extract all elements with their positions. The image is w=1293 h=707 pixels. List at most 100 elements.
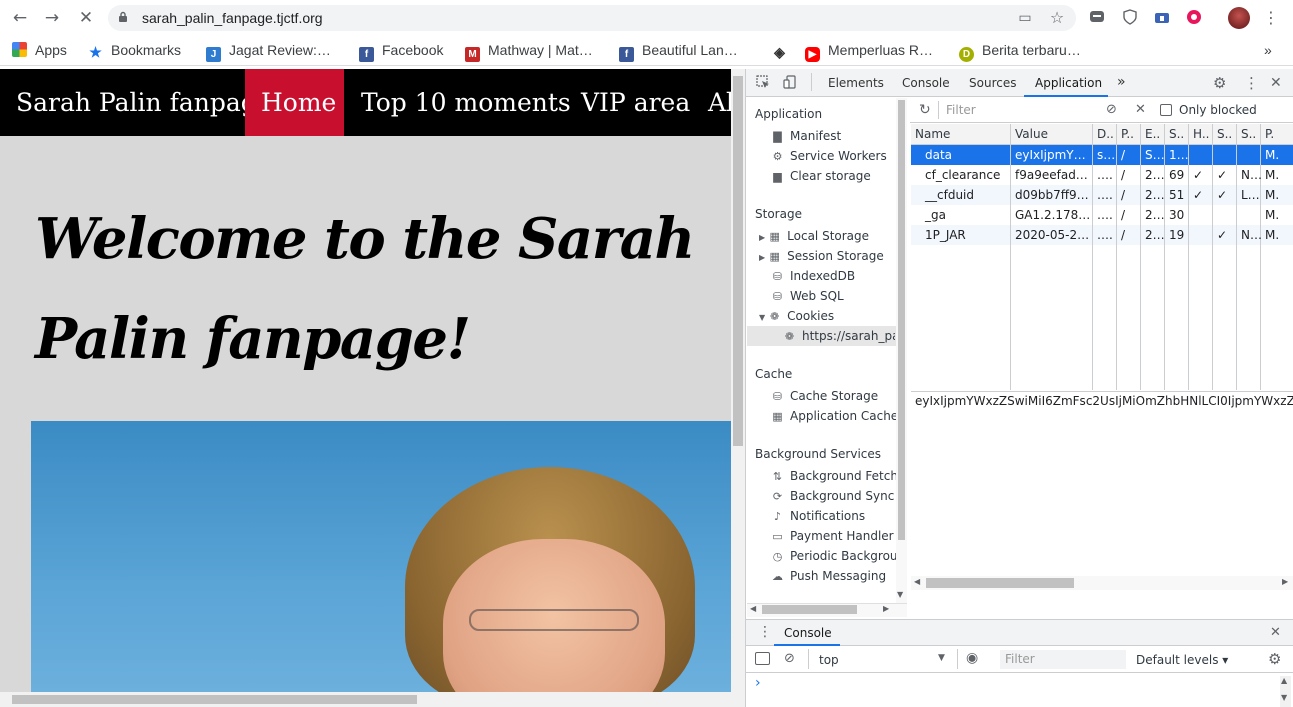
nav-top-10-moments[interactable]: Top 10 moments	[345, 69, 587, 136]
tab-application[interactable]: Application	[1035, 76, 1102, 90]
expand-arrow-icon[interactable]: ▶	[759, 253, 765, 262]
nav-about[interactable]: Ab	[692, 69, 731, 136]
column-header[interactable]: Value	[1011, 127, 1093, 141]
bookmark-diamond[interactable]: ◈	[772, 42, 795, 60]
sidebar-item-service-workers[interactable]: ⚙ Service Workers	[771, 149, 887, 163]
tab-sources[interactable]: Sources	[969, 76, 1016, 90]
extension-eye-icon[interactable]	[1185, 9, 1203, 27]
cookie-value-preview[interactable]: eyIxIjpmYWxzZSwiMiI6ZmFsc2UsIjMiOmZhbHNl…	[915, 394, 1293, 408]
sidebar-item-cookies[interactable]: ▼ ❁ Cookies	[759, 309, 834, 323]
live-expression-eye-icon[interactable]: ◉	[966, 650, 978, 666]
extension-shield-icon[interactable]	[1121, 9, 1139, 27]
cast-icon[interactable]: ▭	[1016, 9, 1034, 27]
context-selector[interactable]: top	[819, 653, 839, 667]
column-divider[interactable]	[1092, 124, 1093, 390]
bookmark-mathway[interactable]: M Mathway | Mat…	[465, 42, 593, 62]
column-header[interactable]: S..	[1237, 127, 1261, 141]
column-divider[interactable]	[1164, 124, 1165, 390]
sidebar-item-periodic-background-sync[interactable]: ◷ Periodic Backgroun	[771, 549, 896, 563]
column-divider[interactable]	[1010, 124, 1011, 390]
tab-elements[interactable]: Elements	[828, 76, 884, 90]
page-horizontal-scroll-thumb[interactable]	[12, 695, 417, 704]
column-header[interactable]: P.	[1261, 127, 1293, 141]
only-blocked-checkbox[interactable]	[1160, 104, 1172, 116]
nav-home[interactable]: Home	[245, 69, 344, 136]
bookmark-jagat-review[interactable]: J Jagat Review:…	[206, 42, 331, 62]
close-drawer-icon[interactable]: ✕	[1270, 625, 1281, 640]
avatar[interactable]	[1228, 7, 1250, 29]
drawer-tab-console[interactable]: Console	[784, 626, 832, 640]
column-header[interactable]: S..	[1213, 127, 1237, 141]
sidebar-item-web-sql[interactable]: ⛁ Web SQL	[771, 289, 844, 303]
scroll-left-arrow-icon[interactable]: ◀	[914, 577, 920, 586]
kebab-menu-icon[interactable]: ⋮	[1262, 9, 1280, 27]
expand-arrow-icon[interactable]: ▶	[759, 233, 765, 242]
column-divider[interactable]	[1236, 124, 1237, 390]
refresh-icon[interactable]: ↻	[919, 102, 931, 118]
bookmark-apps[interactable]: Apps	[12, 42, 67, 60]
clear-console-icon[interactable]: ⊘	[784, 651, 795, 666]
page-vertical-scroll-thumb[interactable]	[733, 76, 743, 446]
scroll-up-arrow-icon[interactable]: ▲	[1281, 676, 1287, 685]
scroll-right-arrow-icon[interactable]: ▶	[1282, 577, 1288, 586]
bookmark-facebook[interactable]: f Facebook	[359, 42, 443, 62]
column-header[interactable]: E..	[1141, 127, 1165, 141]
column-header[interactable]: H..	[1189, 127, 1213, 141]
extension-lock-icon[interactable]	[1153, 9, 1171, 27]
column-divider[interactable]	[1116, 124, 1117, 390]
sidebar-item-clear-storage[interactable]: ▆ Clear storage	[771, 169, 871, 183]
bookmark-bookmarks[interactable]: ★ Bookmarks	[88, 42, 181, 60]
column-header[interactable]: P..	[1117, 127, 1141, 141]
sidebar-horizontal-scroll-thumb[interactable]	[762, 605, 857, 614]
sidebar-item-payment-handler[interactable]: ▭ Payment Handler	[771, 529, 893, 543]
console-filter-input[interactable]: Filter	[1000, 650, 1126, 669]
tab-console[interactable]: Console	[902, 76, 950, 90]
sidebar-item-manifest[interactable]: ▇ Manifest	[771, 129, 841, 143]
forward-arrow-icon[interactable]: →	[40, 7, 64, 29]
sidebar-item-application-cache[interactable]: ▦ Application Cache	[771, 409, 898, 423]
bookmark-youtube[interactable]: ▶ Memperluas R…	[805, 42, 933, 62]
inspect-element-icon[interactable]	[756, 75, 770, 89]
bookmarks-overflow-button[interactable]: »	[1264, 42, 1272, 60]
sidebar-item-cache-storage[interactable]: ⛁ Cache Storage	[771, 389, 878, 403]
sidebar-item-push-messaging[interactable]: ☁ Push Messaging	[771, 569, 886, 583]
more-tabs-button[interactable]: »	[1117, 74, 1126, 90]
extension-chat-icon[interactable]	[1088, 9, 1106, 27]
sidebar-item-session-storage[interactable]: ▶ ▦ Session Storage	[759, 249, 884, 263]
collapse-arrow-icon[interactable]: ▼	[759, 313, 765, 322]
delete-selected-cookie-icon[interactable]: ✕	[1135, 102, 1146, 117]
settings-gear-icon[interactable]: ⚙	[1213, 74, 1226, 92]
star-icon[interactable]: ☆	[1048, 9, 1066, 27]
scroll-left-arrow-icon[interactable]: ◀	[750, 604, 756, 613]
lock-icon[interactable]	[118, 11, 128, 23]
column-divider[interactable]	[1188, 124, 1189, 390]
url-text[interactable]: sarah_palin_fanpage.tjctf.org	[142, 10, 323, 26]
context-dropdown-arrow-icon[interactable]: ▼	[938, 653, 945, 663]
show-sidebar-icon[interactable]	[755, 652, 770, 665]
sidebar-vertical-scroll-thumb[interactable]	[898, 100, 905, 540]
scroll-down-arrow-icon[interactable]: ▼	[897, 590, 903, 599]
column-header[interactable]: S..	[1165, 127, 1189, 141]
sidebar-item-background-sync[interactable]: ⟳ Background Sync	[771, 489, 894, 503]
cookie-filter-input[interactable]: Filter	[942, 101, 1092, 119]
column-header[interactable]: D..	[1093, 127, 1117, 141]
stop-loading-icon[interactable]: ✕	[74, 7, 98, 29]
scroll-down-arrow-icon[interactable]: ▼	[1281, 693, 1287, 702]
sidebar-item-local-storage[interactable]: ▶ ▦ Local Storage	[759, 229, 869, 243]
nav-vip-area[interactable]: VIP area	[565, 69, 706, 136]
column-divider[interactable]	[1140, 124, 1141, 390]
scroll-right-arrow-icon[interactable]: ▶	[883, 604, 889, 613]
console-prompt[interactable]: ›	[755, 675, 761, 691]
column-divider[interactable]	[1260, 124, 1261, 390]
sidebar-item-background-fetch[interactable]: ⇅ Background Fetch	[771, 469, 898, 483]
back-arrow-icon[interactable]: ←	[8, 7, 32, 29]
devtools-menu-icon[interactable]: ⋮	[1244, 74, 1259, 92]
cookie-table-horizontal-scroll-thumb[interactable]	[926, 578, 1074, 588]
sidebar-item-cookie-origin[interactable]: ❁ https://sarah_pal	[783, 329, 895, 343]
device-toolbar-icon[interactable]	[783, 75, 797, 89]
column-divider[interactable]	[1212, 124, 1213, 390]
clear-all-cookies-icon[interactable]: ⊘	[1106, 102, 1117, 117]
bookmark-berita[interactable]: D Berita terbaru…	[959, 42, 1081, 62]
console-settings-gear-icon[interactable]: ⚙	[1268, 650, 1281, 668]
drawer-menu-icon[interactable]: ⋮	[758, 624, 772, 640]
